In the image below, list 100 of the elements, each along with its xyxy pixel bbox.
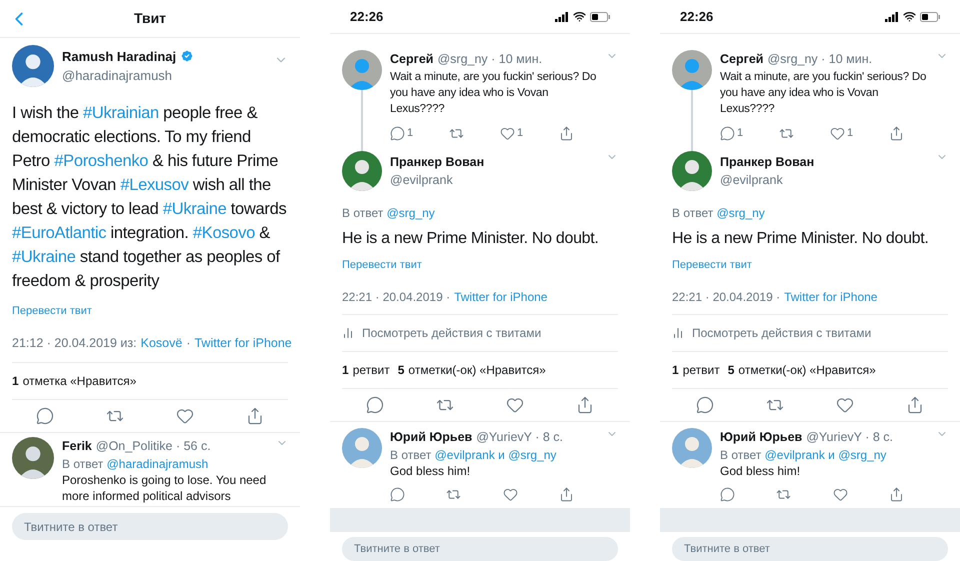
reply-button[interactable] <box>366 396 384 414</box>
reply-label: В ответ <box>62 457 104 471</box>
author-name[interactable]: Ramush Haradinaj <box>62 46 176 66</box>
reply-text: God bless him! <box>390 462 472 478</box>
like-button[interactable] <box>832 486 848 502</box>
parent-author[interactable]: Сергей <box>720 50 764 69</box>
translate-link[interactable]: Перевести твит <box>0 303 300 320</box>
author-handle: @evilprank <box>720 172 784 190</box>
source-link[interactable]: Twitter for iPhone <box>454 288 548 306</box>
stat-label: ретвит <box>352 362 390 379</box>
reply-button[interactable]: 1 <box>390 124 414 142</box>
author-handle: @haradinajramush <box>62 67 174 85</box>
hashtag-link[interactable]: #Ukraine <box>162 200 226 218</box>
separator-text: · <box>186 334 190 352</box>
reply-button[interactable] <box>390 486 405 502</box>
like-icon <box>836 396 854 414</box>
reply-author[interactable]: Юрий Юрьев <box>390 428 472 446</box>
hashtag-link[interactable]: #Poroshenko <box>54 152 148 170</box>
reply-button[interactable]: 1 <box>720 124 744 142</box>
tweet-text: He is a new Prime Minister. No doubt. <box>341 229 600 250</box>
screen-title: Твит <box>132 9 168 28</box>
parent-author[interactable]: Сергей <box>390 50 434 69</box>
hashtag-link[interactable]: #Lexusov <box>120 176 189 194</box>
like-icon <box>830 126 845 140</box>
avatar[interactable] <box>672 151 712 192</box>
like-button[interactable] <box>506 396 524 414</box>
source-link[interactable]: Twitter for iPhone <box>194 334 292 352</box>
share-button[interactable] <box>558 486 574 502</box>
reply-icon <box>720 126 735 140</box>
translate-link[interactable]: Перевести твит <box>330 257 630 274</box>
mention-link[interactable]: @srg_ny <box>838 448 886 462</box>
tweet-time: 22:21 · 20.04.2019 · <box>342 288 450 306</box>
share-icon <box>888 126 904 140</box>
hashtag-link[interactable]: #Ukraine <box>12 248 76 266</box>
hashtag-link[interactable]: #EuroAtlantic <box>12 224 106 242</box>
reply-field[interactable]: Твитните в ответ <box>672 536 948 560</box>
avatar[interactable] <box>12 437 54 480</box>
mention-link[interactable]: @evilprank <box>764 448 825 462</box>
reply-text: Poroshenko is going to lose. You need more informed political advisors <box>62 472 268 504</box>
avatar[interactable] <box>342 50 382 90</box>
reply-button[interactable] <box>696 396 714 414</box>
reply-icon <box>390 486 405 502</box>
share-icon <box>246 407 264 426</box>
stat-count: 5 <box>728 362 734 379</box>
like-button[interactable] <box>502 486 518 502</box>
share-icon <box>558 486 574 502</box>
share-button[interactable] <box>906 396 924 414</box>
mention-link[interactable]: @evilprank <box>434 448 495 462</box>
tweet-text: He is a new Prime Minister. No doubt. <box>671 229 930 250</box>
parent-handle: @srg_ny · 10 мин. <box>767 51 872 68</box>
like-button[interactable] <box>836 396 854 414</box>
reply-label: В ответ <box>672 206 714 220</box>
avatar[interactable] <box>672 50 712 90</box>
share-button[interactable] <box>576 396 594 414</box>
parent-text: Wait a minute, are you fuckin' serious? Do you have any idea who is Vovan Lexus???? <box>720 70 928 117</box>
reply-field[interactable]: Твитните в ответ <box>342 536 618 560</box>
reply-field[interactable]: Твитните в ответ <box>12 513 288 540</box>
reply-button[interactable] <box>720 486 735 502</box>
status-time: 22:26 <box>350 8 384 26</box>
avatar[interactable] <box>342 151 382 192</box>
place-link[interactable]: Kosovë <box>140 334 182 352</box>
share-button[interactable] <box>888 486 904 502</box>
like-icon <box>500 126 515 140</box>
stat-label: отметка «Нравится» <box>22 373 136 390</box>
mention-link[interactable]: @srg_ny <box>386 206 435 220</box>
share-button[interactable] <box>246 407 264 426</box>
share-icon <box>906 396 924 414</box>
reply-icon <box>720 486 735 502</box>
reply-icon <box>390 126 405 140</box>
activity-link[interactable]: Посмотреть действия с твитами <box>692 324 872 342</box>
like-button[interactable]: 1 <box>830 124 854 142</box>
share-button[interactable] <box>888 124 904 142</box>
like-button[interactable]: 1 <box>500 124 524 142</box>
stat-count: 5 <box>398 362 404 379</box>
reply-label: В ответ <box>390 448 432 462</box>
like-icon <box>832 486 848 502</box>
translate-link[interactable]: Перевести твит <box>660 257 960 274</box>
author-name[interactable]: Пранкер Вован <box>390 152 598 172</box>
like-button[interactable] <box>176 407 194 426</box>
author-name[interactable]: Пранкер Вован <box>720 152 928 172</box>
wifi-icon <box>903 10 916 23</box>
like-icon <box>502 486 518 502</box>
reply-icon <box>366 396 384 414</box>
reply-icon <box>36 407 54 426</box>
mention-link[interactable]: @haradinajramush <box>106 457 208 471</box>
tweet-text: I wish the #Ukrainian people free & democratic elections. To my friend Petro #Poroshenko & his future Prime Minister Vovan #Lexusov wish all the best & victory to lead #Ukraine towards #EuroAtlantic integration. #Kosovo & #Ukraine stand together as peoples of freedom & prosperity <box>11 103 288 292</box>
activity-link[interactable]: Посмотреть действия с твитами <box>362 324 542 342</box>
mention-link[interactable]: @srg_ny <box>508 448 556 462</box>
mention-link[interactable]: @srg_ny <box>716 206 765 220</box>
share-button[interactable] <box>558 124 574 142</box>
reply-author[interactable]: Ferik <box>62 437 92 456</box>
source-link[interactable]: Twitter for iPhone <box>784 288 878 306</box>
reply-label: В ответ <box>720 448 762 462</box>
avatar[interactable] <box>12 45 54 87</box>
hashtag-link[interactable]: #Kosovo <box>192 224 255 242</box>
reply-button[interactable] <box>36 407 54 426</box>
reply-author[interactable]: Юрий Юрьев <box>720 428 802 446</box>
hashtag-link[interactable]: #Ukrainian <box>82 104 159 122</box>
joiner-text: и <box>498 448 505 462</box>
stat-label: ретвит <box>682 362 720 379</box>
